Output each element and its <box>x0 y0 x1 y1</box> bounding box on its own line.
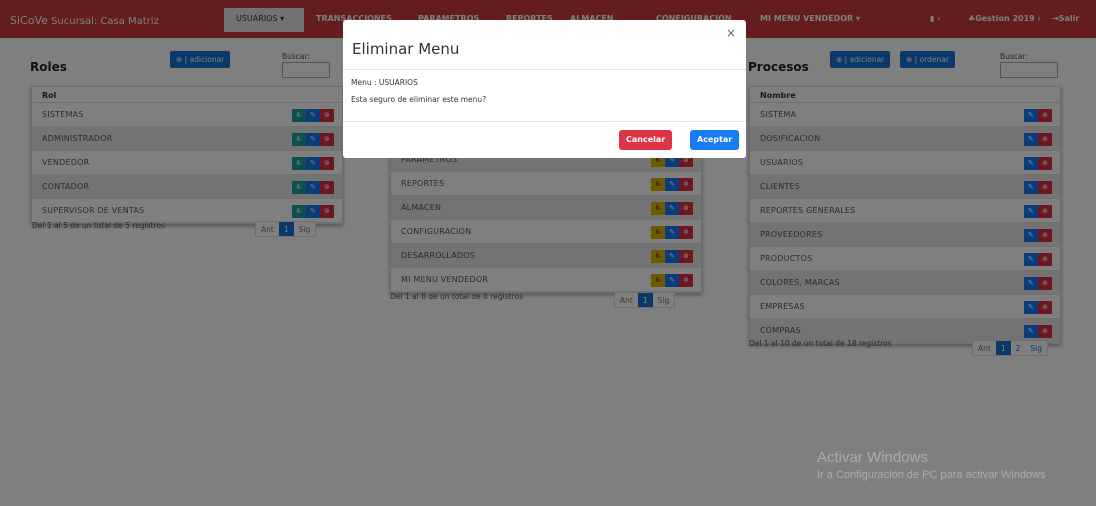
modal-divider <box>343 121 746 122</box>
modal-divider <box>343 69 746 70</box>
accept-button[interactable]: Aceptar <box>690 130 740 150</box>
cancel-button[interactable]: Cancelar <box>619 130 673 150</box>
modal-menu-name: Menu : USUARIOS <box>351 78 418 87</box>
modal-question: Esta seguro de eliminar este menu? <box>351 95 487 104</box>
close-icon[interactable]: × <box>726 26 736 40</box>
modal-title: Eliminar Menu <box>352 40 460 58</box>
delete-menu-modal: Eliminar Menu × Menu : USUARIOS Esta seg… <box>343 20 746 158</box>
activation-watermark-subtitle: Ir a Configuración de PC para activar Wi… <box>817 469 1046 481</box>
activation-watermark-title: Activar Windows <box>817 449 928 466</box>
